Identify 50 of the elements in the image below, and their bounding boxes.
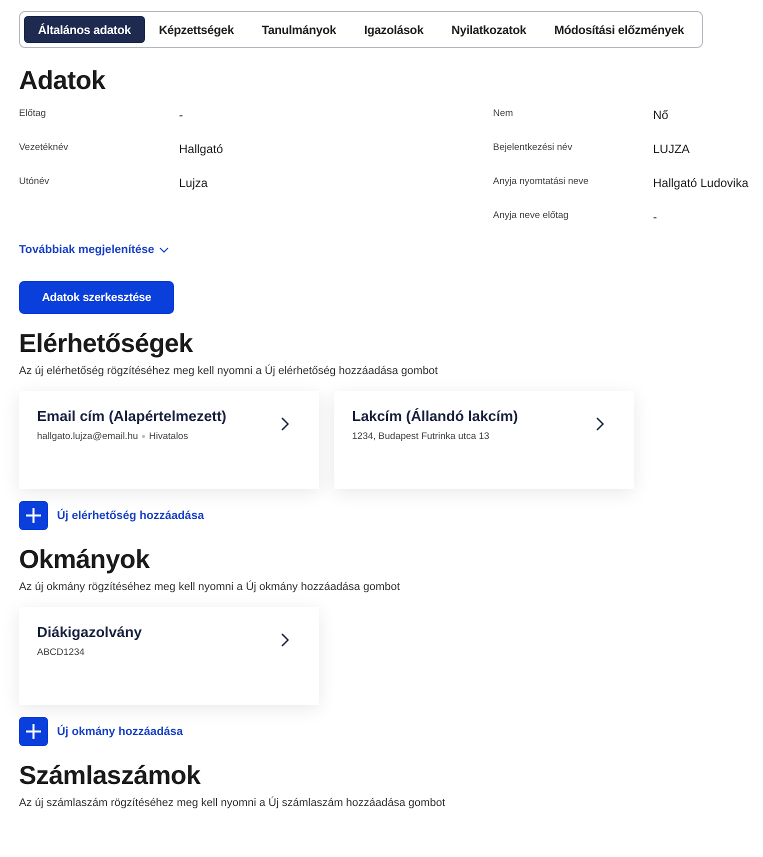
field-label: Bejelentkezési név: [493, 141, 574, 153]
field-value: Hallgató: [179, 141, 224, 156]
chevron-right-icon: [281, 633, 289, 647]
section-heading: Számlaszámok: [19, 760, 202, 791]
add-link[interactable]: Új okmány hozzáadása: [57, 726, 183, 738]
section-hint: Az új számlaszám rögzítéséhez meg kell nyomni a Új számlaszám hozzáadása gombot: [19, 797, 446, 809]
field-label: Előtag: [19, 107, 47, 119]
field-label: Anyja nyomtatási neve: [493, 175, 590, 187]
card-detail: hallgato.lujza@email.hu: [37, 431, 138, 442]
field-label: Vezetéknév: [19, 141, 70, 153]
item-card[interactable]: Lakcím (Állandó lakcím) 1234, Budapest Futrinka utca 13: [334, 391, 634, 489]
card-detail: ABCD1234: [37, 647, 85, 658]
plus-icon: [26, 724, 41, 739]
section-heading: Adatok: [19, 65, 106, 96]
field-label: Nem: [493, 107, 514, 119]
card-detail: 1234, Budapest Futrinka utca 13: [352, 431, 490, 442]
card-title: Email cím (Alapértelmezett): [37, 409, 226, 425]
separator-dot: [142, 435, 146, 438]
field-label: Anyja neve előtag: [493, 209, 570, 221]
add-button[interactable]: [19, 717, 48, 746]
field-value: Lujza: [179, 175, 209, 190]
section-hint: Az új okmány rögzítéséhez meg kell nyomni a Új okmány hozzáadása gombot: [19, 581, 401, 593]
item-card[interactable]: Diákigazolvány ABCD1234: [19, 607, 319, 705]
chevron-right-icon: [281, 417, 289, 431]
tab[interactable]: Módosítási előzmények: [540, 16, 698, 43]
tab[interactable]: Általános adatok: [24, 16, 145, 43]
chevron-down-icon[interactable]: [159, 247, 170, 253]
tab[interactable]: Tanulmányok: [248, 16, 350, 43]
field-value: LUJZA: [653, 141, 691, 156]
field-value: Nő: [653, 107, 670, 122]
tab[interactable]: Igazolások: [350, 16, 438, 43]
item-card[interactable]: Email cím (Alapértelmezett) hallgato.lujza@email.hu Hivatalos: [19, 391, 319, 489]
card-title: Diákigazolvány: [37, 625, 142, 641]
edit-data-button[interactable]: Adatok szerkesztése: [19, 281, 174, 314]
tab[interactable]: Nyilatkozatok: [437, 16, 540, 43]
section-hint: Az új elérhetőség rögzítéséhez meg kell nyomni a Új elérhetőség hozzáadása gombot: [19, 365, 439, 377]
field-value: -: [179, 107, 184, 122]
add-button[interactable]: [19, 501, 48, 530]
show-more-link[interactable]: Továbbiak megjelenítése: [19, 244, 154, 256]
tab[interactable]: Képzettségek: [144, 16, 248, 43]
field-value: -: [653, 209, 658, 224]
add-link[interactable]: Új elérhetőség hozzáadása: [57, 510, 204, 522]
field-label: Utónév: [19, 175, 50, 187]
chevron-right-icon: [596, 417, 604, 431]
plus-icon: [26, 508, 41, 523]
section-heading: Elérhetőségek: [19, 328, 194, 359]
section-heading: Okmányok: [19, 544, 151, 575]
card-detail: Hivatalos: [149, 431, 188, 442]
field-value: Hallgató Ludovika: [653, 175, 748, 190]
card-title: Lakcím (Állandó lakcím): [352, 409, 518, 425]
